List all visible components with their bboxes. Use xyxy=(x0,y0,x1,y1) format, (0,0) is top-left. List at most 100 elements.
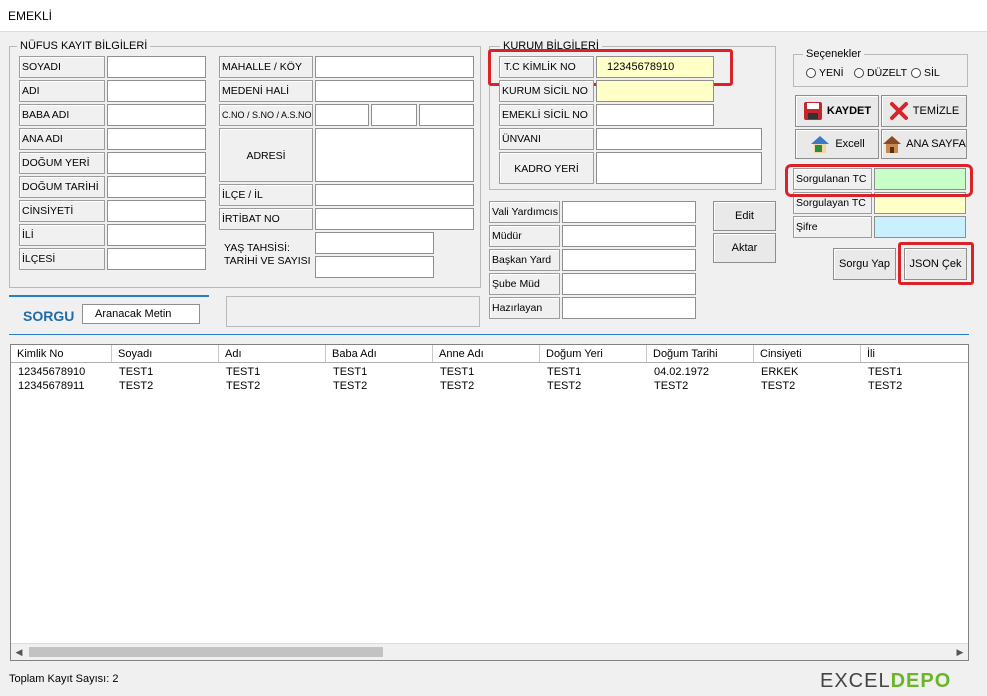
sorgu-bottom-line xyxy=(9,334,969,335)
sorgu-title: SORGU xyxy=(23,308,75,324)
yas-line1: YAŞ TAHSİSİ: xyxy=(224,242,290,254)
radio-yeni[interactable]: YENİ xyxy=(806,67,844,79)
edit-button[interactable]: Edit xyxy=(713,201,776,231)
table-header: Kimlik No Soyadı Adı Baba Adı Anne Adı D… xyxy=(11,345,968,363)
ilce-il-field[interactable] xyxy=(315,184,474,206)
excell-button[interactable]: Excell xyxy=(795,129,879,159)
col-adi[interactable]: Adı xyxy=(219,345,326,362)
kurum-sicil-field[interactable] xyxy=(596,80,714,102)
label-ana-adi: ANA ADI xyxy=(19,128,105,150)
dogum-tarihi-field[interactable] xyxy=(107,176,206,198)
window-title: EMEKLİ xyxy=(8,9,53,23)
label-baskan-yard: Başkan Yard xyxy=(489,249,560,271)
sno-field[interactable] xyxy=(371,104,417,126)
ana-adi-field[interactable] xyxy=(107,128,206,150)
table-cell: TEST2 xyxy=(119,380,154,392)
excel-depo-logo: EXCELDEPO xyxy=(820,670,951,693)
temizle-button[interactable]: TEMİZLE xyxy=(881,95,967,127)
table-cell: TEST2 xyxy=(440,380,475,392)
table-cell: 04.02.1972 xyxy=(654,366,710,378)
home-icon xyxy=(882,134,902,154)
table-cell: TEST2 xyxy=(654,380,689,392)
floppy-icon xyxy=(803,101,823,121)
dogum-yeri-field[interactable] xyxy=(107,152,206,174)
col-dogum-tarihi[interactable]: Doğum Tarihi xyxy=(647,345,754,362)
label-medeni-hali: MEDENİ HALİ xyxy=(219,80,313,102)
irtibat-field[interactable] xyxy=(315,208,474,230)
hazirlayan-field[interactable] xyxy=(562,297,696,319)
red-x-icon xyxy=(889,101,909,121)
logo-part2: DEPO xyxy=(890,670,952,692)
label-dogum-yeri: DOĞUM YERİ xyxy=(19,152,105,174)
asno-field[interactable] xyxy=(419,104,474,126)
baskan-yard-field[interactable] xyxy=(562,249,696,271)
soyadi-field[interactable] xyxy=(107,56,206,78)
table-cell: TEST1 xyxy=(440,366,475,378)
radio-duzelt[interactable]: DÜZELT xyxy=(854,67,907,79)
baba-adi-field[interactable] xyxy=(107,104,206,126)
records-table[interactable]: Kimlik No Soyadı Adı Baba Adı Anne Adı D… xyxy=(10,344,969,661)
table-cell: TEST1 xyxy=(119,366,154,378)
unvani-field[interactable] xyxy=(596,128,762,150)
scroll-right-icon[interactable]: ▶ xyxy=(952,645,968,660)
excell-label: Excell xyxy=(835,138,865,150)
yas-tarih-field[interactable] xyxy=(315,232,434,254)
ilcesi-field[interactable] xyxy=(107,248,206,270)
json-highlight-box xyxy=(898,242,974,285)
nufus-legend: NÜFUS KAYIT BİLGİLERİ xyxy=(17,40,151,52)
col-ili[interactable]: İli xyxy=(861,345,968,362)
table-cell: TEST1 xyxy=(547,366,582,378)
aranacak-metin-field[interactable]: Aranacak Metin xyxy=(82,304,200,324)
label-vali-yardimcisi: Vali Yardımcısı xyxy=(489,201,560,223)
radio-sil[interactable]: SİL xyxy=(911,67,940,79)
ili-field[interactable] xyxy=(107,224,206,246)
adresi-field[interactable] xyxy=(315,128,474,182)
mudur-field[interactable] xyxy=(562,225,696,247)
col-soyadi[interactable]: Soyadı xyxy=(112,345,219,362)
mahalle-field[interactable] xyxy=(315,56,474,78)
title-bar: EMEKLİ xyxy=(0,0,987,32)
col-anne-adi[interactable]: Anne Adı xyxy=(433,345,540,362)
sorgu-top-line xyxy=(9,295,209,297)
aktar-button[interactable]: Aktar xyxy=(713,233,776,263)
kaydet-button[interactable]: KAYDET xyxy=(795,95,879,127)
label-ilce-il: İLÇE / İL xyxy=(219,184,313,206)
col-dogum-yeri[interactable]: Doğum Yeri xyxy=(540,345,647,362)
table-row[interactable]: 12345678910 TEST1 TEST1 TEST1 TEST1 TEST… xyxy=(11,365,968,379)
label-sifre: Şifre xyxy=(793,216,872,238)
scroll-thumb[interactable] xyxy=(29,647,383,657)
label-sube-mud: Şube Müd xyxy=(489,273,560,295)
sube-mud-field[interactable] xyxy=(562,273,696,295)
table-cell: TEST1 xyxy=(868,366,903,378)
vali-yardimcisi-field[interactable] xyxy=(562,201,696,223)
kadro-yeri-field[interactable] xyxy=(596,152,762,184)
sifre-field[interactable] xyxy=(874,216,966,238)
ana-sayfa-button[interactable]: ANA SAYFA xyxy=(881,129,967,159)
col-kimlik-no[interactable]: Kimlik No xyxy=(11,345,112,362)
label-hazirlayan: Hazırlayan xyxy=(489,297,560,319)
sorgu-yap-button[interactable]: Sorgu Yap xyxy=(833,248,896,280)
medeni-hali-field[interactable] xyxy=(315,80,474,102)
emekli-sicil-field[interactable] xyxy=(596,104,714,126)
yas-line2: TARİHİ VE SAYISI xyxy=(224,255,311,267)
label-emekli-sicil: EMEKLİ SİCİL NO xyxy=(499,104,594,126)
cno-field[interactable] xyxy=(315,104,369,126)
yas-sayi-field[interactable] xyxy=(315,256,434,278)
table-cell: 12345678910 xyxy=(18,366,86,378)
edit-label: Edit xyxy=(735,210,754,222)
col-baba-adi[interactable]: Baba Adı xyxy=(326,345,433,362)
secenekler-legend: Seçenekler xyxy=(803,48,865,60)
aktar-label: Aktar xyxy=(731,242,758,254)
horizontal-scrollbar[interactable]: ◀ ▶ xyxy=(11,643,968,660)
label-cinsiyeti: CİNSİYETİ xyxy=(19,200,105,222)
table-cell: TEST1 xyxy=(226,366,261,378)
scroll-left-icon[interactable]: ◀ xyxy=(11,645,27,660)
label-unvani: ÜNVANI xyxy=(499,128,594,150)
label-cno: C.NO / S.NO / A.S.NO xyxy=(219,104,313,126)
col-cinsiyeti[interactable]: Cinsiyeti xyxy=(754,345,861,362)
adi-field[interactable] xyxy=(107,80,206,102)
table-row[interactable]: 12345678911 TEST2 TEST2 TEST2 TEST2 TEST… xyxy=(11,379,968,393)
label-adi: ADI xyxy=(19,80,105,102)
logo-part1: EXCEL xyxy=(820,670,891,692)
cinsiyeti-field[interactable] xyxy=(107,200,206,222)
